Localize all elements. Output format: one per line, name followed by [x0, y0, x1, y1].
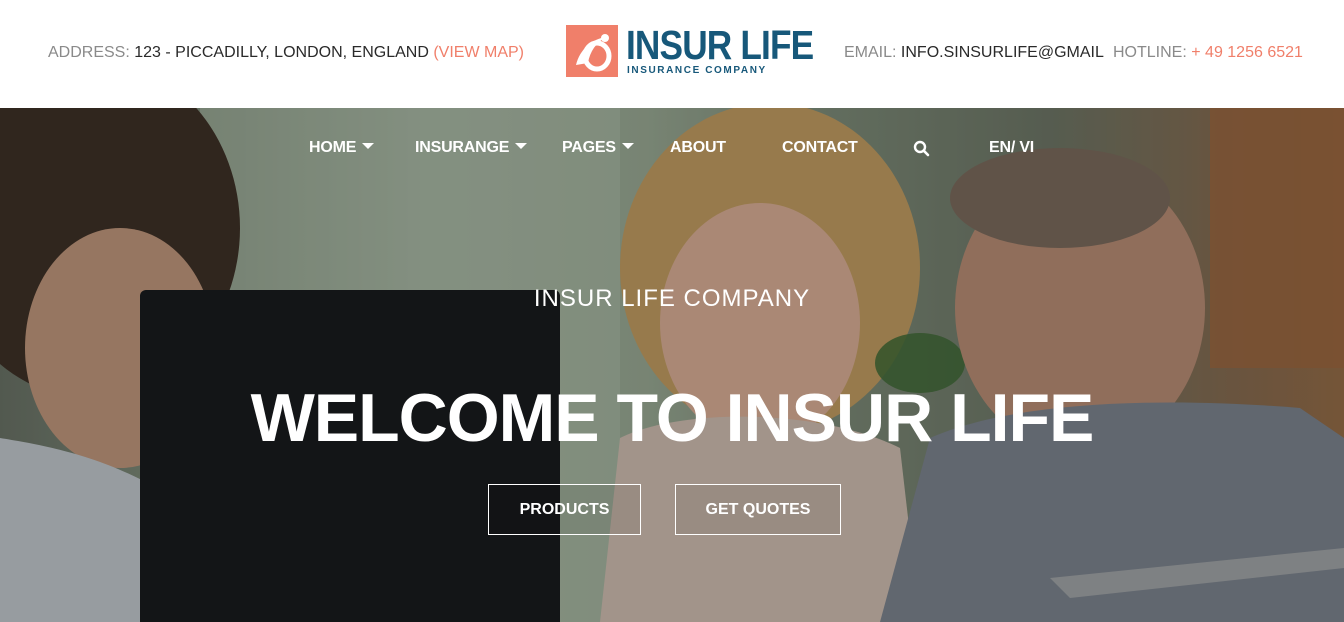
nav-item-contact[interactable]: CONTACT	[782, 138, 858, 158]
email-value[interactable]: INFO.SINSURLIFE@GMAIL	[901, 44, 1104, 61]
email-label: EMAIL:	[844, 44, 897, 61]
nav-item-home[interactable]: HOME	[309, 138, 375, 158]
hotline-info: HOTLINE: + 49 1256 6521	[1113, 43, 1303, 63]
language-switcher[interactable]: EN/ VI	[989, 138, 1034, 158]
logo-tagline: INSURANCE COMPANY	[627, 65, 767, 76]
nav-label-home: HOME	[309, 139, 357, 156]
main-navigation: HOME INSURANGE PAGES ABOUT CONTACT EN/ V…	[0, 138, 1344, 158]
top-info-bar: ADDRESS: 123 - PICCADILLY, LONDON, ENGLA…	[0, 0, 1344, 108]
nav-item-insurange[interactable]: INSURANGE	[415, 138, 528, 158]
get-quotes-button[interactable]: GET QUOTES	[675, 484, 841, 535]
nav-label-about: ABOUT	[670, 139, 726, 156]
nav-label-insurange: INSURANGE	[415, 139, 510, 156]
address-info: ADDRESS: 123 - PICCADILLY, LONDON, ENGLA…	[48, 43, 524, 63]
hotline-value[interactable]: + 49 1256 6521	[1191, 44, 1303, 61]
caret-down-icon	[621, 143, 634, 150]
caret-down-icon	[362, 143, 375, 150]
nav-label-pages: PAGES	[562, 139, 616, 156]
hotline-label: HOTLINE:	[1113, 44, 1187, 61]
hero-title: WELCOME TO INSUR LIFE	[250, 380, 1095, 456]
hero-subtitle: INSUR LIFE COMPANY	[533, 285, 811, 312]
nav-label-contact: CONTACT	[782, 139, 858, 156]
hero-banner: HOME INSURANGE PAGES ABOUT CONTACT EN/ V…	[0, 108, 1344, 622]
nav-item-about[interactable]: ABOUT	[670, 138, 726, 158]
address-label: ADDRESS:	[48, 44, 130, 61]
caret-down-icon	[515, 143, 528, 150]
view-map-link[interactable]: (VIEW MAP)	[433, 44, 524, 61]
address-value: 123 - PICCADILLY, LONDON, ENGLAND	[134, 44, 429, 61]
insur-life-logo-mark-icon	[566, 25, 618, 77]
products-button[interactable]: PRODUCTS	[488, 484, 641, 535]
logo-name: INSUR LIFE	[626, 22, 814, 68]
hero-dark-overlay	[0, 108, 1344, 622]
email-info: EMAIL: INFO.SINSURLIFE@GMAIL	[844, 43, 1104, 63]
site-logo[interactable]: INSUR LIFE INSURANCE COMPANY	[566, 23, 814, 79]
nav-item-pages[interactable]: PAGES	[562, 138, 634, 158]
search-icon[interactable]	[913, 140, 930, 157]
